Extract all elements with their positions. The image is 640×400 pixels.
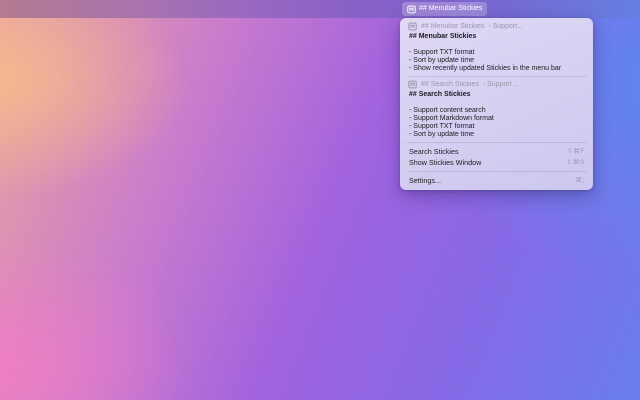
menu-item-settings[interactable]: Settings... ⌘,	[409, 175, 585, 186]
menubar: ## Menubar Stickies	[0, 0, 640, 18]
menu-item-shortcut: ⌘,	[575, 175, 585, 186]
sticky-content-line: - Sort by update time	[409, 131, 585, 139]
sticky-preview-text: ## Menubar Stickies - Support...	[421, 23, 523, 30]
sticky-blank-line	[409, 99, 585, 107]
menubar-status-item[interactable]: ## Menubar Stickies	[402, 2, 487, 16]
sticky-preview-text: ## Search Stickies - Support ...	[421, 81, 519, 88]
sticky-title: ## Search Stickies	[409, 91, 585, 99]
menu-separator	[407, 171, 587, 172]
menu-item-label: Show Stickies Window	[409, 157, 481, 168]
menu-separator	[407, 76, 587, 77]
sticky-note-icon	[407, 5, 416, 14]
sticky-content-line: - Sort by update time	[409, 57, 585, 65]
sticky-content-line: - Support content search	[409, 107, 585, 115]
sticky-preview-row: ## Menubar Stickies - Support...	[409, 22, 585, 31]
sticky-note-icon	[409, 80, 417, 89]
menu-item-show-stickies-window[interactable]: Show Stickies Window ⇧⌘S	[409, 157, 585, 168]
sticky-content-line: - Support TXT format	[409, 123, 585, 131]
sticky-content-line: - Support TXT format	[409, 49, 585, 57]
sticky-content-line: - Support Markdown format	[409, 115, 585, 123]
menu-item-shortcut: ⇧⌘F	[567, 146, 585, 157]
menu-item-search-stickies[interactable]: Search Stickies ⇧⌘F	[409, 146, 585, 157]
sticky-menu-item[interactable]: ## Search Stickies - Support ... ## Sear…	[409, 80, 585, 139]
menu-item-shortcut: ⇧⌘S	[567, 157, 585, 168]
menu-separator	[407, 142, 587, 143]
sticky-note-icon	[409, 22, 417, 31]
sticky-content-line: - Show recently updated Stickies in the …	[409, 65, 585, 73]
menu-item-label: Settings...	[409, 175, 441, 186]
sticky-preview-row: ## Search Stickies - Support ...	[409, 80, 585, 89]
sticky-title: ## Menubar Stickies	[409, 33, 585, 41]
sticky-menu-item[interactable]: ## Menubar Stickies - Support... ## Menu…	[409, 22, 585, 73]
stickies-dropdown-panel: ## Menubar Stickies - Support... ## Menu…	[400, 18, 593, 190]
desktop-background: ## Menubar Stickies ## Menubar Stickies …	[0, 0, 640, 400]
sticky-blank-line	[409, 41, 585, 49]
menu-item-label: Search Stickies	[409, 146, 459, 157]
menubar-status-item-label: ## Menubar Stickies	[419, 2, 482, 16]
